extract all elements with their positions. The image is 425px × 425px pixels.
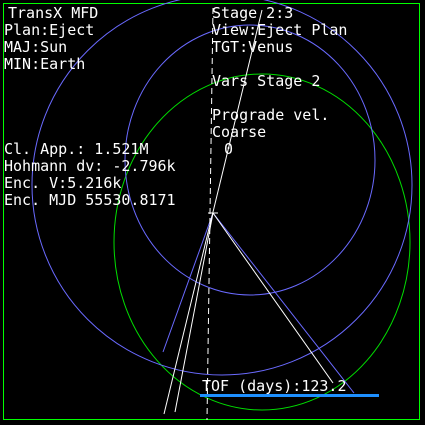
major-body-label: MAJ:Sun <box>4 38 68 56</box>
time-of-flight: TOF (days):123.2 <box>202 377 347 395</box>
closest-approach: Cl. App.: 1.521M <box>4 140 149 158</box>
stage-label: Stage 2:3 <box>212 4 294 22</box>
blue-trajectory-line <box>212 212 355 394</box>
minor-body-label: MIN:Earth <box>4 55 86 73</box>
target-label: TGT:Venus <box>212 38 294 56</box>
encounter-mjd: Enc. MJD 55530.8171 <box>4 191 176 209</box>
departure-line <box>212 212 334 384</box>
ejection-line <box>163 9 263 415</box>
view-label: View:Eject Plan <box>212 21 348 39</box>
hohmann-dv: Hohmann dv: -2.796k <box>4 157 176 175</box>
encounter-velocity: Enc. V:5.216k <box>4 174 122 192</box>
variable-name[interactable]: Prograde vel. <box>212 107 329 124</box>
mfd-title: TransX MFD <box>8 4 99 22</box>
adjust-mode[interactable]: Coarse <box>212 124 266 141</box>
vars-stage-label: Vars Stage 2 <box>212 72 321 90</box>
blue-trajectory-line-left <box>162 212 214 353</box>
variable-value: 0 <box>224 140 234 158</box>
plan-label: Plan:Eject <box>4 21 95 39</box>
transx-mfd-screen: TransX MFD Plan:Eject MAJ:Sun MIN:Earth … <box>0 0 425 425</box>
tof-highlight-underline <box>200 394 379 397</box>
